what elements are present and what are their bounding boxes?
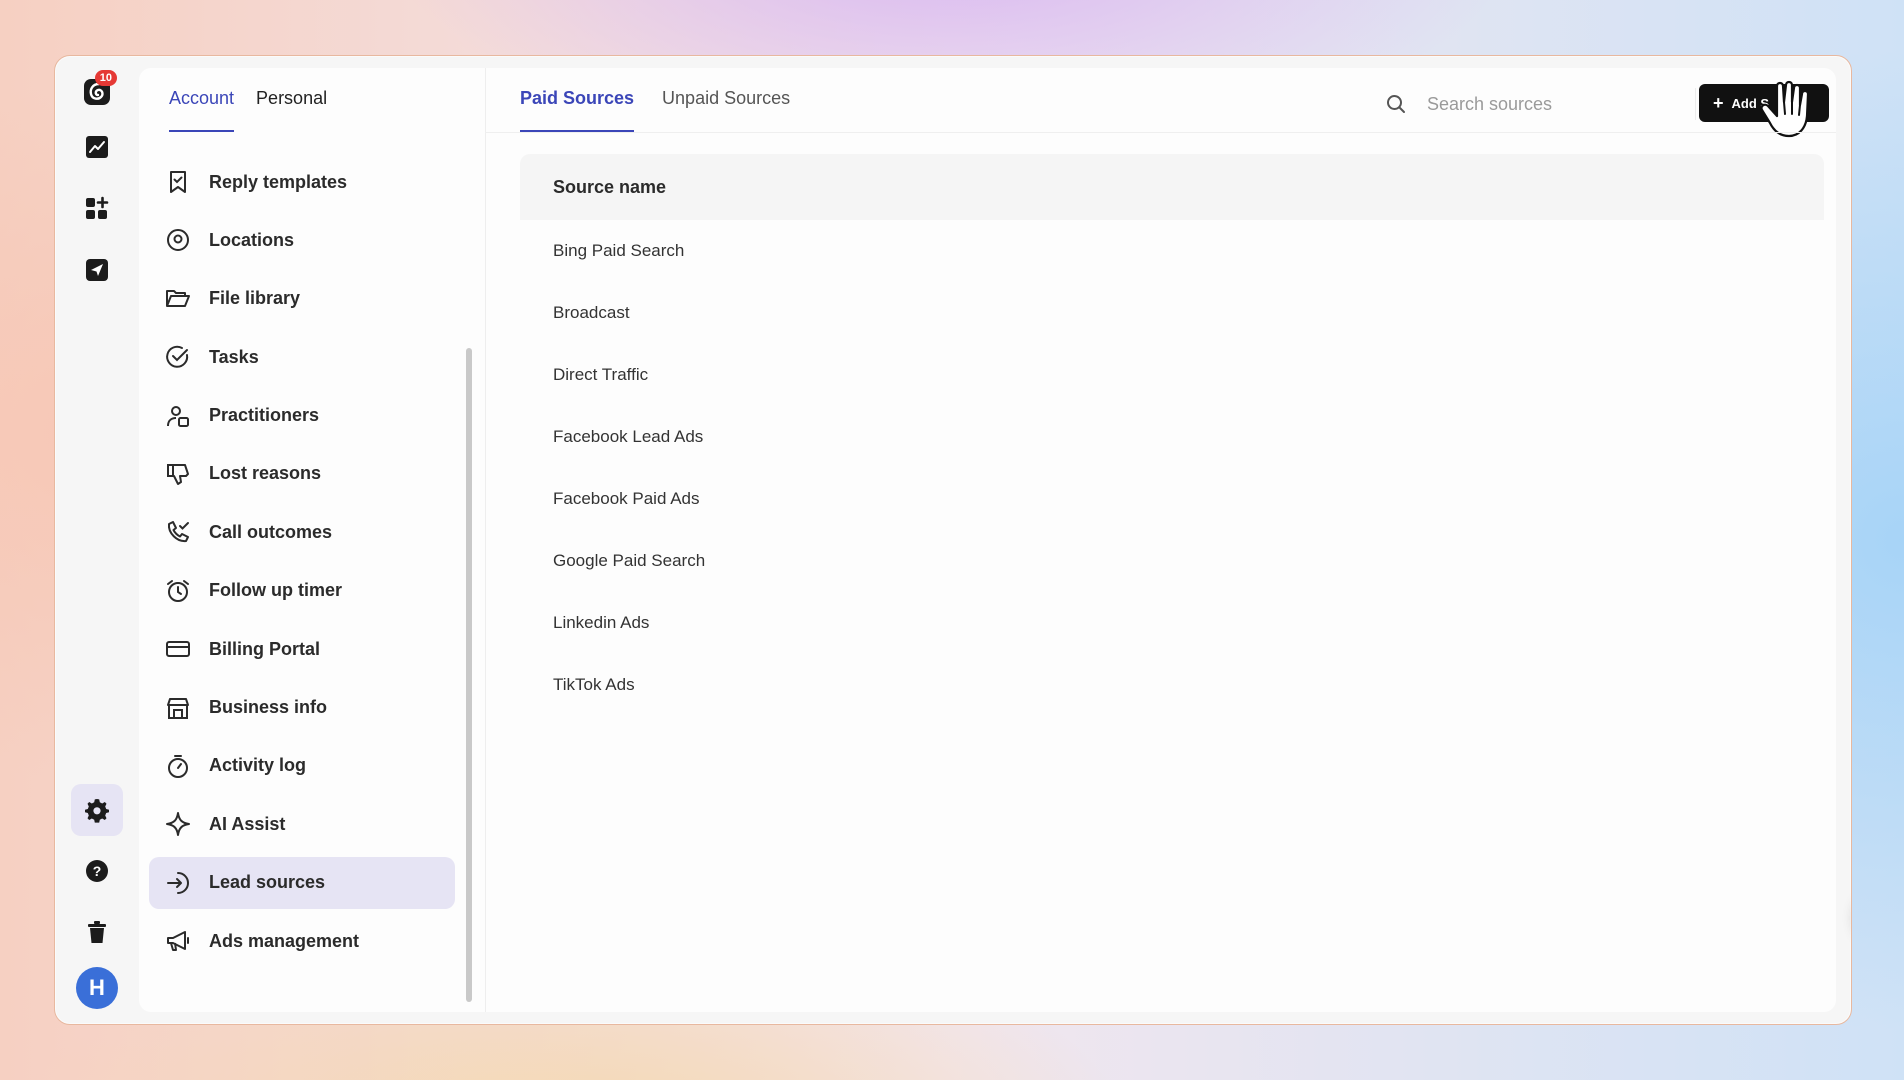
rail-trash[interactable] — [71, 906, 123, 958]
nav-item-ads-management[interactable]: Ads management — [149, 915, 455, 967]
credit-card-icon — [166, 641, 190, 658]
rail-send[interactable] — [71, 244, 123, 296]
nav-item-file-library[interactable]: File library — [149, 273, 455, 325]
table-header: Source name — [520, 154, 1824, 220]
rail-apps[interactable] — [71, 183, 123, 235]
search-bar — [1385, 82, 1675, 126]
nav-item-label: Tasks — [209, 346, 259, 367]
settings-nav-tabs: Account Personal — [169, 68, 327, 132]
nav-item-billing-portal[interactable]: Billing Portal — [149, 623, 455, 675]
table-row[interactable]: Google Paid Search — [520, 530, 1824, 592]
nav-item-label: Locations — [209, 229, 295, 250]
user-avatar[interactable]: H — [76, 967, 118, 1009]
settings-nav-list: Reply templates Locations File library T… — [149, 156, 455, 973]
app-window: 10 ? H Account Personal Reply templates … — [54, 55, 1852, 1025]
nav-item-label: File library — [209, 288, 301, 309]
notification-badge: 10 — [94, 70, 117, 86]
nav-item-business-info[interactable]: Business info — [149, 682, 455, 734]
content-panel: Account Personal Reply templates Locatio… — [139, 68, 1836, 1012]
chart-trend-icon — [86, 136, 108, 158]
nav-item-label: Ads management — [209, 930, 360, 951]
trash-icon — [88, 921, 106, 943]
tab-personal[interactable]: Personal — [256, 68, 327, 132]
nav-scrollbar[interactable] — [466, 348, 472, 1002]
tab-account[interactable]: Account — [169, 68, 235, 132]
nav-item-label: Follow up timer — [209, 580, 342, 601]
nav-item-reply-templates[interactable]: Reply templates — [149, 156, 455, 208]
nav-item-label: Call outcomes — [209, 521, 333, 542]
source-tabs: Paid Sources Unpaid Sources — [520, 68, 790, 132]
search-icon — [1387, 95, 1405, 113]
table-row[interactable]: Broadcast — [520, 282, 1824, 344]
help-icon: ? — [86, 860, 108, 882]
search-divider — [1695, 88, 1696, 120]
nav-item-label: Practitioners — [209, 405, 320, 426]
sources-table: Source name Bing Paid Search Broadcast D… — [520, 154, 1824, 716]
tab-unpaid-sources[interactable]: Unpaid Sources — [662, 68, 790, 132]
tab-paid-sources[interactable]: Paid Sources — [520, 68, 635, 132]
sign-in-icon — [167, 871, 189, 894]
thumbs-down-icon — [167, 463, 189, 485]
nav-item-follow-up-timer[interactable]: Follow up timer — [149, 565, 455, 617]
search-input[interactable] — [1425, 92, 1659, 116]
plus-icon: + — [1713, 93, 1724, 113]
table-row[interactable]: Facebook Paid Ads — [520, 468, 1824, 530]
nav-item-label: Reply templates — [209, 171, 348, 192]
nav-item-label: Activity log — [209, 755, 307, 776]
table-row[interactable]: Bing Paid Search — [520, 220, 1824, 282]
table-row[interactable]: Direct Traffic — [520, 344, 1824, 406]
app-logo[interactable]: 10 — [71, 66, 123, 118]
rail-help[interactable]: ? — [71, 845, 123, 897]
nav-item-practitioners[interactable]: Practitioners — [149, 390, 455, 442]
nav-item-label: Lead sources — [209, 872, 326, 893]
rail-analytics[interactable] — [71, 121, 123, 173]
send-icon — [86, 259, 108, 281]
bookmark-check-icon — [170, 171, 186, 193]
alarm-clock-icon — [167, 579, 189, 602]
icon-rail: 10 ? H — [55, 56, 139, 1024]
storefront-icon — [167, 697, 189, 719]
check-circle-icon — [166, 345, 189, 368]
nav-item-label: Lost reasons — [209, 463, 322, 484]
nav-item-activity-log[interactable]: Activity log — [149, 740, 455, 792]
nav-item-ai-assist[interactable]: AI Assist — [149, 798, 455, 850]
nav-item-label: Billing Portal — [209, 638, 321, 659]
nav-item-lost-reasons[interactable]: Lost reasons — [149, 448, 455, 500]
megaphone-icon — [167, 931, 189, 952]
nav-item-tasks[interactable]: Tasks — [149, 331, 455, 383]
table-row[interactable]: TikTok Ads — [520, 654, 1824, 716]
folder-open-icon — [166, 289, 190, 307]
sparkle-icon — [166, 812, 190, 837]
phone-check-icon — [167, 521, 189, 543]
nav-item-call-outcomes[interactable]: Call outcomes — [149, 506, 455, 558]
stopwatch-icon — [168, 754, 188, 778]
tabs-divider — [485, 132, 1836, 133]
settings-nav: Account Personal Reply templates Locatio… — [139, 68, 486, 1012]
rail-settings[interactable] — [71, 784, 123, 836]
apps-grid-icon — [86, 196, 109, 219]
svg-text:?: ? — [93, 863, 102, 879]
location-pin-icon — [167, 229, 189, 252]
nav-item-label: AI Assist — [209, 813, 286, 834]
nav-item-locations[interactable]: Locations — [149, 214, 455, 266]
table-row[interactable]: Facebook Lead Ads — [520, 406, 1824, 468]
nav-item-lead-sources[interactable]: Lead sources — [149, 856, 455, 909]
user-badge-icon — [167, 405, 189, 427]
table-row[interactable]: Linkedin Ads — [520, 592, 1824, 654]
nav-item-label: Business info — [209, 697, 328, 718]
main-content: Paid Sources Unpaid Sources + Add S Sour… — [485, 68, 1836, 1012]
gear-icon — [85, 799, 109, 823]
